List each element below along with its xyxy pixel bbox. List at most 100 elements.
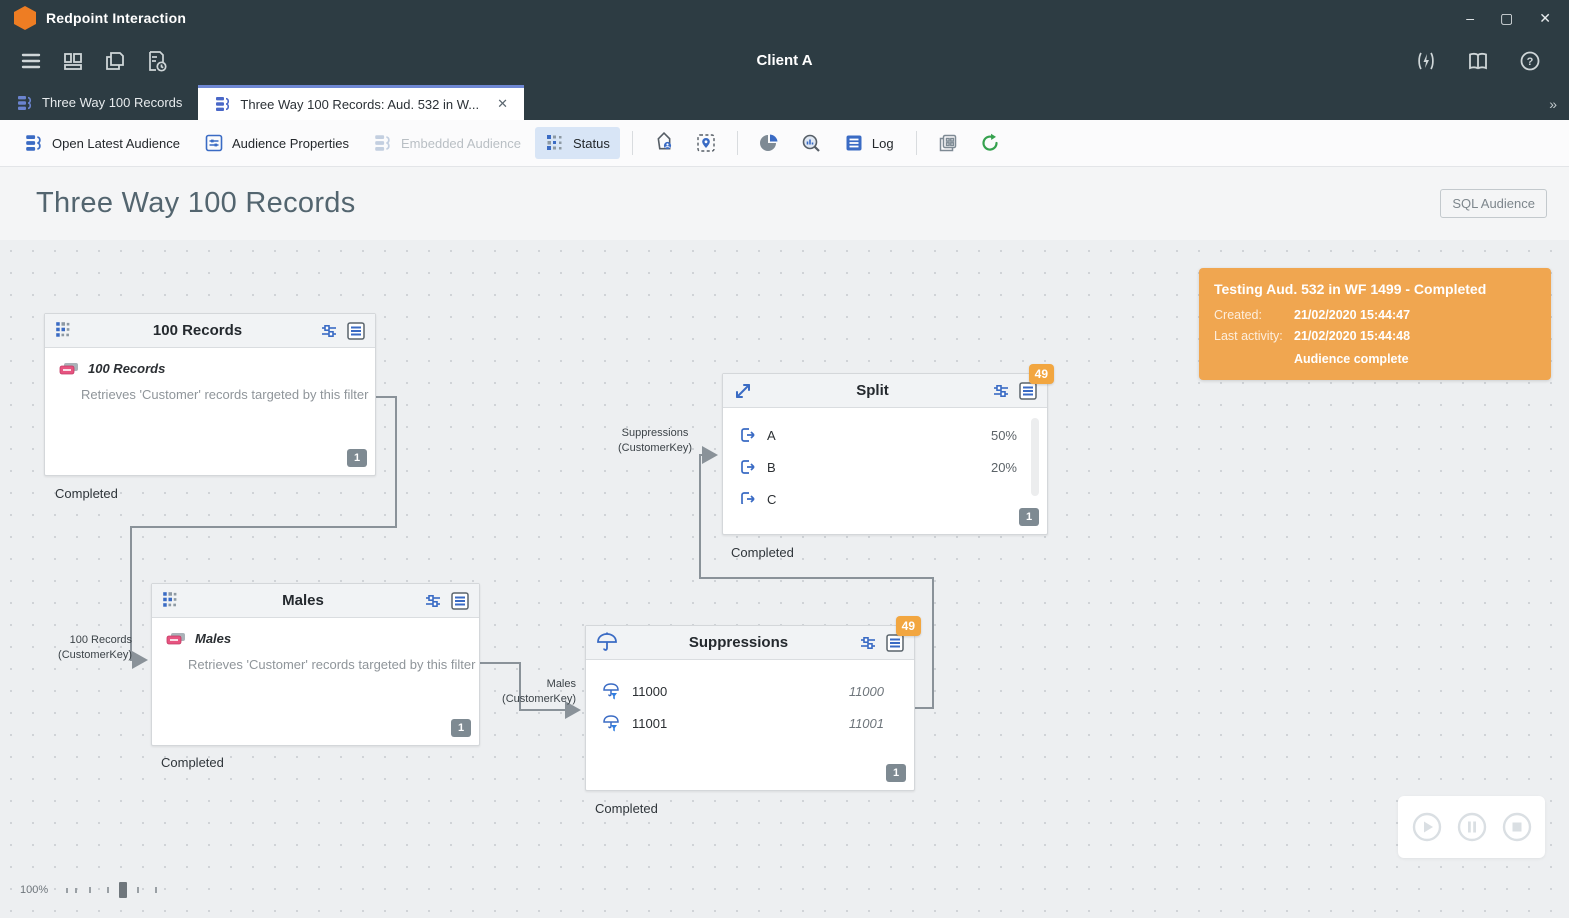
menu-button[interactable]	[14, 44, 48, 78]
node-males[interactable]: Males Males Retrieves 'Customer' records…	[151, 583, 480, 746]
count-badge: 1	[347, 449, 367, 467]
tab-bar: Three Way 100 Records Three Way 100 Reco…	[0, 85, 1569, 120]
workflow-canvas[interactable]: 100 Records(CustomerKey) Males(CustomerK…	[0, 240, 1569, 918]
pie-chart-icon	[758, 132, 780, 154]
node-settings-icon[interactable]	[423, 591, 443, 611]
created-label: Created:	[1214, 308, 1294, 322]
segment-output-icon	[739, 458, 757, 476]
refresh-button[interactable]	[971, 126, 1009, 160]
node-suppressions[interactable]: 49 Suppressions 11000 11000 11001 11001	[585, 625, 915, 791]
node-header[interactable]: Suppressions	[586, 626, 914, 660]
chart-search-icon	[800, 132, 822, 154]
node-settings-icon[interactable]	[858, 633, 878, 653]
copy-file-icon	[103, 49, 127, 73]
zoom-control[interactable]: 100%	[20, 882, 157, 898]
segment-name: C	[767, 492, 776, 505]
audience-count-badge: 49	[1029, 364, 1054, 384]
filter-cards-icon	[166, 632, 186, 646]
help-button[interactable]: ?	[1513, 44, 1547, 78]
pause-icon	[1457, 812, 1487, 842]
node-status-split: Completed	[731, 545, 794, 560]
files-button[interactable]	[98, 44, 132, 78]
integrations-button[interactable]	[1409, 44, 1443, 78]
filter-name: 100 Records	[88, 361, 165, 376]
window-titlebar: Redpoint Interaction – ▢ ✕	[0, 0, 1569, 36]
node-100-records[interactable]: 100 Records 100 Records Retrieves 'Custo…	[44, 313, 376, 476]
tab-close-icon[interactable]: ✕	[497, 96, 508, 112]
client-name: Client A	[0, 52, 1569, 69]
tab-label: Three Way 100 Records	[42, 95, 182, 110]
tab-audience-532[interactable]: Three Way 100 Records: Aud. 532 in W... …	[198, 85, 524, 120]
cards-layout-icon	[61, 49, 85, 73]
analysis-button[interactable]	[792, 126, 830, 160]
zoom-level: 100%	[20, 884, 48, 896]
workspaces-button[interactable]	[56, 44, 90, 78]
select-records-icon	[161, 590, 183, 612]
status-label: Status	[573, 136, 610, 151]
documentation-button[interactable]	[1461, 44, 1495, 78]
zoom-slider-handle[interactable]	[119, 882, 127, 898]
refresh-icon	[979, 132, 1001, 154]
segment-output-icon	[739, 490, 757, 504]
duplicate-view-button[interactable]	[929, 126, 967, 160]
scrollbar[interactable]	[1031, 418, 1039, 496]
open-latest-audience-button[interactable]: Open Latest Audience	[14, 127, 190, 159]
geo-selection-button[interactable]	[687, 126, 725, 160]
node-log-icon[interactable]	[450, 591, 470, 611]
node-header[interactable]: 100 Records	[45, 314, 375, 348]
history-button[interactable]	[140, 44, 174, 78]
node-log-icon[interactable]	[346, 321, 366, 341]
node-header[interactable]: Males	[152, 584, 479, 618]
last-activity-value: 21/02/2020 15:44:48	[1294, 329, 1410, 343]
tab-three-way-100-records[interactable]: Three Way 100 Records	[0, 85, 198, 120]
audience-properties-button[interactable]: Audience Properties	[194, 127, 359, 159]
audience-properties-label: Audience Properties	[232, 136, 349, 151]
app-toolbar: Client A ?	[0, 36, 1569, 85]
split-rows[interactable]: A 50% B 20% C	[723, 408, 1043, 504]
count-badge: 1	[886, 764, 906, 782]
count-badge: 1	[451, 719, 471, 737]
last-activity-label: Last activity:	[1214, 329, 1294, 343]
svg-text:?: ?	[1527, 56, 1534, 68]
split-row-b[interactable]: B 20%	[723, 452, 1043, 482]
split-row-a[interactable]: A 50%	[723, 420, 1043, 450]
audience-status-panel[interactable]: Testing Aud. 532 in WF 1499 - Completed …	[1199, 268, 1551, 380]
close-button[interactable]: ✕	[1539, 10, 1551, 27]
suppression-filter-icon	[602, 714, 622, 733]
toolbar-divider	[632, 131, 633, 155]
chart-button[interactable]	[750, 126, 788, 160]
audience-count-badge: 49	[896, 616, 921, 636]
open-latest-audience-label: Open Latest Audience	[52, 136, 180, 151]
filter-name: Males	[195, 631, 231, 646]
filter-description: Retrieves 'Customer' records targeted by…	[45, 376, 375, 402]
audience-icon	[373, 133, 393, 153]
node-status-100-records: Completed	[55, 486, 118, 501]
node-title: 100 Records	[76, 322, 319, 339]
node-settings-icon[interactable]	[319, 321, 339, 341]
log-label: Log	[872, 136, 894, 151]
umbrella-icon	[595, 632, 619, 654]
split-row-c[interactable]: C	[723, 484, 1043, 504]
segment-name: A	[767, 428, 776, 443]
status-button[interactable]: Status	[535, 127, 620, 159]
suppression-name: 11001	[632, 716, 667, 731]
tag-person-icon	[653, 132, 675, 154]
minimize-button[interactable]: –	[1466, 10, 1474, 27]
log-button[interactable]: Log	[834, 127, 904, 159]
toolbar-divider	[916, 131, 917, 155]
maximize-button[interactable]: ▢	[1500, 10, 1513, 27]
node-settings-icon[interactable]	[991, 381, 1011, 401]
suppression-value: 11001	[849, 716, 884, 731]
tab-overflow-chevron[interactable]: »	[1549, 96, 1557, 112]
offers-button[interactable]	[645, 126, 683, 160]
file-clock-icon	[145, 49, 169, 73]
node-split[interactable]: 49 Split A 50% B 20%	[722, 373, 1048, 535]
hamburger-icon	[19, 49, 43, 73]
segment-value: 20%	[991, 460, 1017, 475]
suppression-row-11001[interactable]: 11001 11001	[586, 708, 910, 738]
connector-label-suppressions: Suppressions(CustomerKey)	[610, 426, 700, 456]
audience-icon	[16, 94, 34, 112]
audience-status-message: Audience complete	[1294, 352, 1536, 366]
node-header[interactable]: Split	[723, 374, 1047, 408]
suppression-row-11000[interactable]: 11000 11000	[586, 676, 910, 706]
